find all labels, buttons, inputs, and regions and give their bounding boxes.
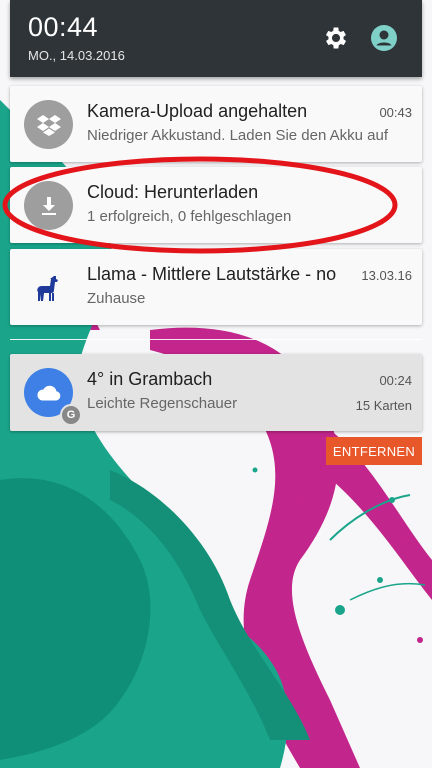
gear-icon[interactable] xyxy=(318,20,354,56)
notification-camera-upload[interactable]: Kamera-Upload angehalten 00:43 Niedriger… xyxy=(10,86,422,162)
llama-icon xyxy=(24,263,73,312)
notification-title: Cloud: Herunterladen xyxy=(87,182,259,202)
notification-time: 00:43 xyxy=(379,105,412,120)
google-badge-icon: G xyxy=(60,404,82,426)
download-icon xyxy=(24,181,73,230)
remove-button[interactable]: ENTFERNEN xyxy=(326,437,422,465)
notification-cloud-download[interactable]: Cloud: Herunterladen 1 erfolgreich, 0 fe… xyxy=(10,167,422,243)
notification-text: 1 erfolgreich, 0 fehlgeschlagen xyxy=(87,208,292,225)
divider xyxy=(10,339,422,340)
dropbox-icon xyxy=(24,100,73,149)
notification-text: Zuhause xyxy=(87,290,146,307)
notification-weather[interactable]: G 4° in Grambach 00:24 Leichte Regenscha… xyxy=(10,354,422,431)
account-icon[interactable] xyxy=(366,20,402,56)
notification-llama[interactable]: Llama - Mittlere Lautstärke - no 13.03.1… xyxy=(10,249,422,325)
notification-title: Llama - Mittlere Lautstärke - no xyxy=(87,264,337,284)
clock: 00:44 xyxy=(28,12,99,42)
notification-text: Leichte Regenschauer xyxy=(87,395,238,412)
notification-text: Niedriger Akkustand. Laden Sie den Akku … xyxy=(87,127,389,144)
notification-count: 15 Karten xyxy=(355,398,412,413)
notification-header: 00:44 MO., 14.03.2016 xyxy=(10,0,422,77)
notification-title: Kamera-Upload angehalten xyxy=(87,101,308,121)
date: MO., 14.03.2016 xyxy=(28,48,125,63)
notification-time: 13.03.16 xyxy=(361,268,412,283)
notification-title: 4° in Grambach xyxy=(87,369,213,389)
notification-time: 00:24 xyxy=(379,373,412,388)
